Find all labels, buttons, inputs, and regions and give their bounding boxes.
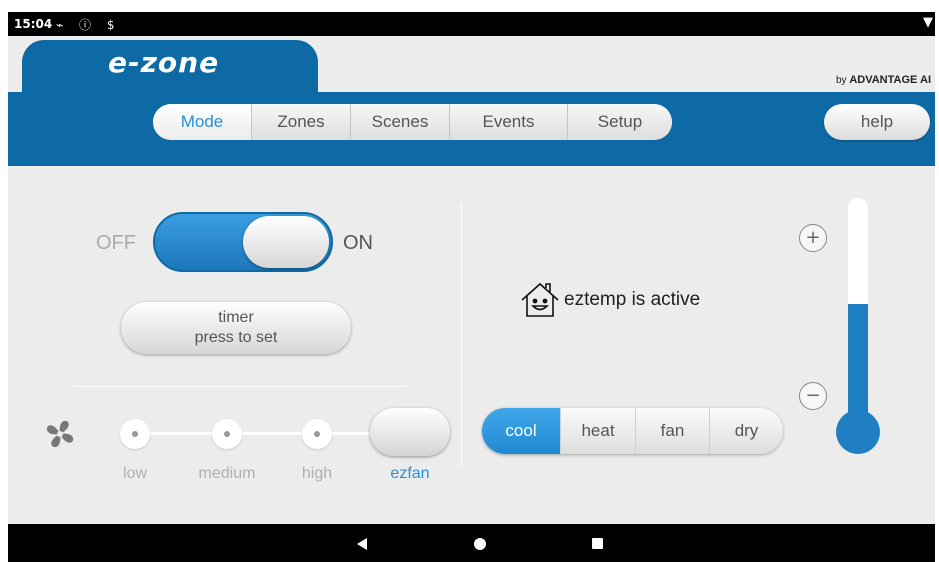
brand-logo: e-zone xyxy=(108,46,220,79)
fan-option-medium[interactable] xyxy=(212,419,242,449)
home-icon[interactable] xyxy=(474,538,486,550)
status-icons: ⌁ ⓘ $ xyxy=(56,18,121,32)
tab-mode[interactable]: Mode xyxy=(153,104,252,140)
tablet-screen: 15:04 ⌁ ⓘ $ ▼ Mode Zones Scenes Events S… xyxy=(8,12,935,562)
left-divider xyxy=(74,386,406,387)
tab-setup[interactable]: Setup xyxy=(568,104,672,140)
fan-option-high[interactable] xyxy=(302,419,332,449)
fan-speed-track xyxy=(128,432,378,435)
power-toggle[interactable] xyxy=(153,212,333,272)
frame-right xyxy=(935,0,939,562)
eztemp-label: eztemp is active xyxy=(564,289,701,310)
temperature-slider-bulb[interactable] xyxy=(836,410,880,454)
mode-dry-button[interactable]: dry xyxy=(710,408,783,454)
mode-heat-button[interactable]: heat xyxy=(561,408,636,454)
fan-label-ezfan: ezfan xyxy=(390,465,430,482)
wifi-icon: ▼ xyxy=(923,15,933,30)
byline-company: ADVANTAGE AI xyxy=(849,74,931,86)
house-smiley-icon xyxy=(521,282,559,317)
timer-button[interactable]: timer press to set xyxy=(121,302,351,354)
byline-prefix: by xyxy=(835,75,847,86)
brand-tab: e-zone xyxy=(22,40,318,104)
eztemp-status: eztemp is active xyxy=(518,280,700,320)
tab-zones[interactable]: Zones xyxy=(252,104,351,140)
timer-subtitle: press to set xyxy=(194,329,278,346)
fan-label-low: low xyxy=(122,465,147,482)
recent-apps-icon[interactable] xyxy=(592,538,603,549)
mode-selector: cool heat fan dry xyxy=(482,408,783,454)
power-toggle-knob[interactable] xyxy=(243,216,329,268)
back-icon[interactable] xyxy=(357,538,367,550)
temp-decrease-button[interactable]: − xyxy=(799,382,827,410)
main-tabs: Mode Zones Scenes Events Setup xyxy=(153,104,672,140)
tab-events[interactable]: Events xyxy=(450,104,568,140)
android-navbar xyxy=(8,524,935,562)
tab-scenes[interactable]: Scenes xyxy=(351,104,450,140)
timer-title: timer xyxy=(218,309,254,326)
status-time: 15:04 xyxy=(14,17,53,31)
fan-label-high: high xyxy=(301,465,333,482)
status-bar: 15:04 ⌁ ⓘ $ ▼ xyxy=(8,12,935,36)
frame-left xyxy=(0,0,8,562)
fan-option-low[interactable] xyxy=(120,419,150,449)
mode-fan-button[interactable]: fan xyxy=(636,408,710,454)
center-divider xyxy=(461,202,462,466)
power-on-label: ON xyxy=(343,232,373,254)
fan-icon xyxy=(46,420,74,448)
help-button[interactable]: help xyxy=(824,104,930,140)
fan-option-ezfan[interactable] xyxy=(370,408,450,456)
fan-label-medium: medium xyxy=(198,465,256,482)
power-off-label: OFF xyxy=(96,232,136,254)
temperature-slider[interactable] xyxy=(848,198,868,434)
mode-cool-button[interactable]: cool xyxy=(482,408,561,454)
temp-increase-button[interactable]: + xyxy=(799,224,827,252)
brand-byline: by ADVANTAGE AI xyxy=(836,74,931,86)
